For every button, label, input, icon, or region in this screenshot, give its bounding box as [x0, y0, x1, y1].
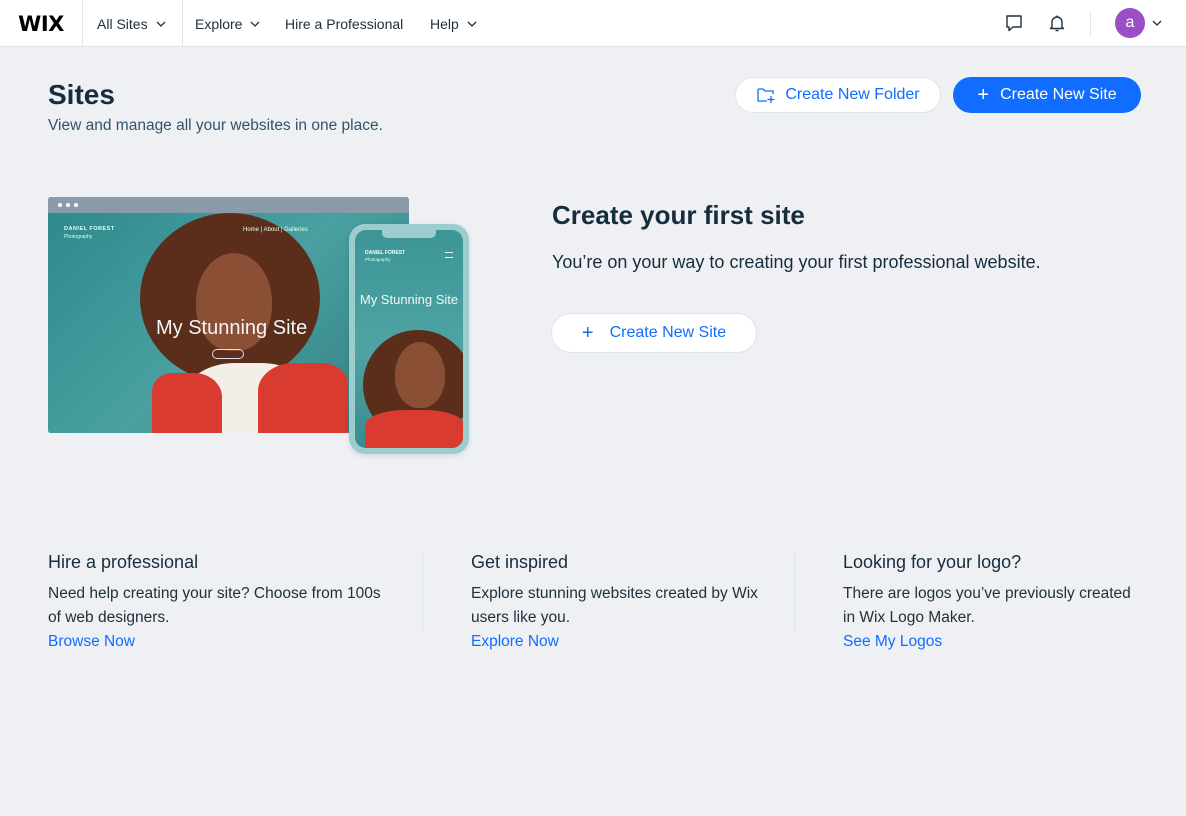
- section-text: Explore stunning websites created by Wix…: [471, 585, 758, 626]
- explore-now-link[interactable]: Explore Now: [471, 630, 761, 654]
- see-my-logos-link[interactable]: See My Logos: [843, 630, 1133, 654]
- phone-notch: [382, 230, 436, 238]
- nav-all-sites-label: All Sites: [97, 15, 148, 32]
- hero-jacket: [152, 373, 222, 433]
- browser-bar: [48, 197, 409, 213]
- column-divider: [794, 552, 795, 632]
- nav-all-sites[interactable]: All Sites: [97, 0, 166, 47]
- create-folder-label: Create New Folder: [785, 86, 920, 103]
- mobile-brand-sub: Photography: [365, 257, 391, 262]
- mobile-site-title: My Stunning Site: [359, 292, 459, 307]
- section-title: Looking for your logo?: [843, 552, 1022, 572]
- preview-site-title: My Stunning Site: [156, 317, 308, 339]
- nav-hire-professional-label: Hire a Professional: [285, 15, 404, 32]
- get-inspired-section: Get inspired Explore stunning websites c…: [471, 552, 761, 654]
- chevron-down-icon[interactable]: [1152, 18, 1162, 28]
- browse-now-link[interactable]: Browse Now: [48, 630, 388, 654]
- nav-divider: [182, 0, 183, 47]
- mobile-preview: DANIEL FOREST Photography My Stunning Si…: [349, 224, 469, 454]
- new-folder-icon: [757, 88, 775, 103]
- preview-site-button: [212, 349, 244, 359]
- top-divider: [1090, 11, 1091, 36]
- section-text: There are logos you’ve previously create…: [843, 585, 1131, 626]
- browser-dot: [58, 203, 62, 207]
- empty-create-site-label: Create New Site: [609, 324, 727, 341]
- logo-section: Looking for your logo? There are logos y…: [843, 552, 1133, 654]
- column-divider: [422, 552, 423, 632]
- site-preview-illustration: DANIEL FOREST Photography Home | About |…: [48, 197, 469, 455]
- section-text: Need help creating your site? Choose fro…: [48, 585, 381, 626]
- empty-state-title: Create your first site: [552, 200, 805, 230]
- browser-dot: [74, 203, 78, 207]
- browser-dot: [66, 203, 70, 207]
- plus-icon: +: [581, 322, 594, 344]
- page-title: Sites: [48, 79, 115, 110]
- nav-hire-professional[interactable]: Hire a Professional: [285, 0, 403, 47]
- empty-state-text: You’re on your way to creating your firs…: [552, 252, 1041, 272]
- avatar[interactable]: a: [1115, 8, 1145, 38]
- chevron-down-icon: [156, 21, 166, 27]
- hero-face: [395, 342, 445, 408]
- hire-professional-section: Hire a professional Need help creating y…: [48, 552, 388, 654]
- create-site-label: Create New Site: [1000, 86, 1117, 103]
- top-bar: WIX All Sites Explore Hire a Professiona…: [0, 0, 1186, 47]
- bell-icon[interactable]: [1046, 12, 1068, 34]
- section-title: Hire a professional: [48, 552, 199, 572]
- page-subtitle: View and manage all your websites in one…: [48, 117, 383, 134]
- hamburger-icon: [445, 252, 453, 258]
- chevron-down-icon: [251, 21, 260, 27]
- nav-help-label: Help: [430, 15, 459, 32]
- mobile-screen: DANIEL FOREST Photography My Stunning Si…: [355, 230, 463, 448]
- preview-brand-sub: Photography: [64, 234, 93, 240]
- chevron-down-icon: [467, 21, 477, 27]
- create-site-button[interactable]: + Create New Site: [953, 77, 1141, 113]
- nav-explore-label: Explore: [195, 15, 243, 32]
- wix-logo[interactable]: WIX: [0, 0, 83, 47]
- preview-brand: DANIEL FOREST: [64, 226, 115, 232]
- empty-create-site-button[interactable]: + Create New Site: [551, 313, 757, 353]
- nav-explore[interactable]: Explore: [195, 0, 260, 47]
- plus-icon: +: [977, 84, 990, 106]
- section-title: Get inspired: [471, 552, 569, 572]
- hero-jacket: [258, 363, 348, 433]
- preview-nav: Home | About | Galleries: [243, 227, 308, 233]
- create-folder-button[interactable]: Create New Folder: [735, 77, 941, 113]
- mobile-brand: DANIEL FOREST: [365, 250, 406, 256]
- nav-help[interactable]: Help: [430, 0, 477, 47]
- chat-icon[interactable]: [1003, 12, 1025, 34]
- hero-jacket: [365, 410, 463, 448]
